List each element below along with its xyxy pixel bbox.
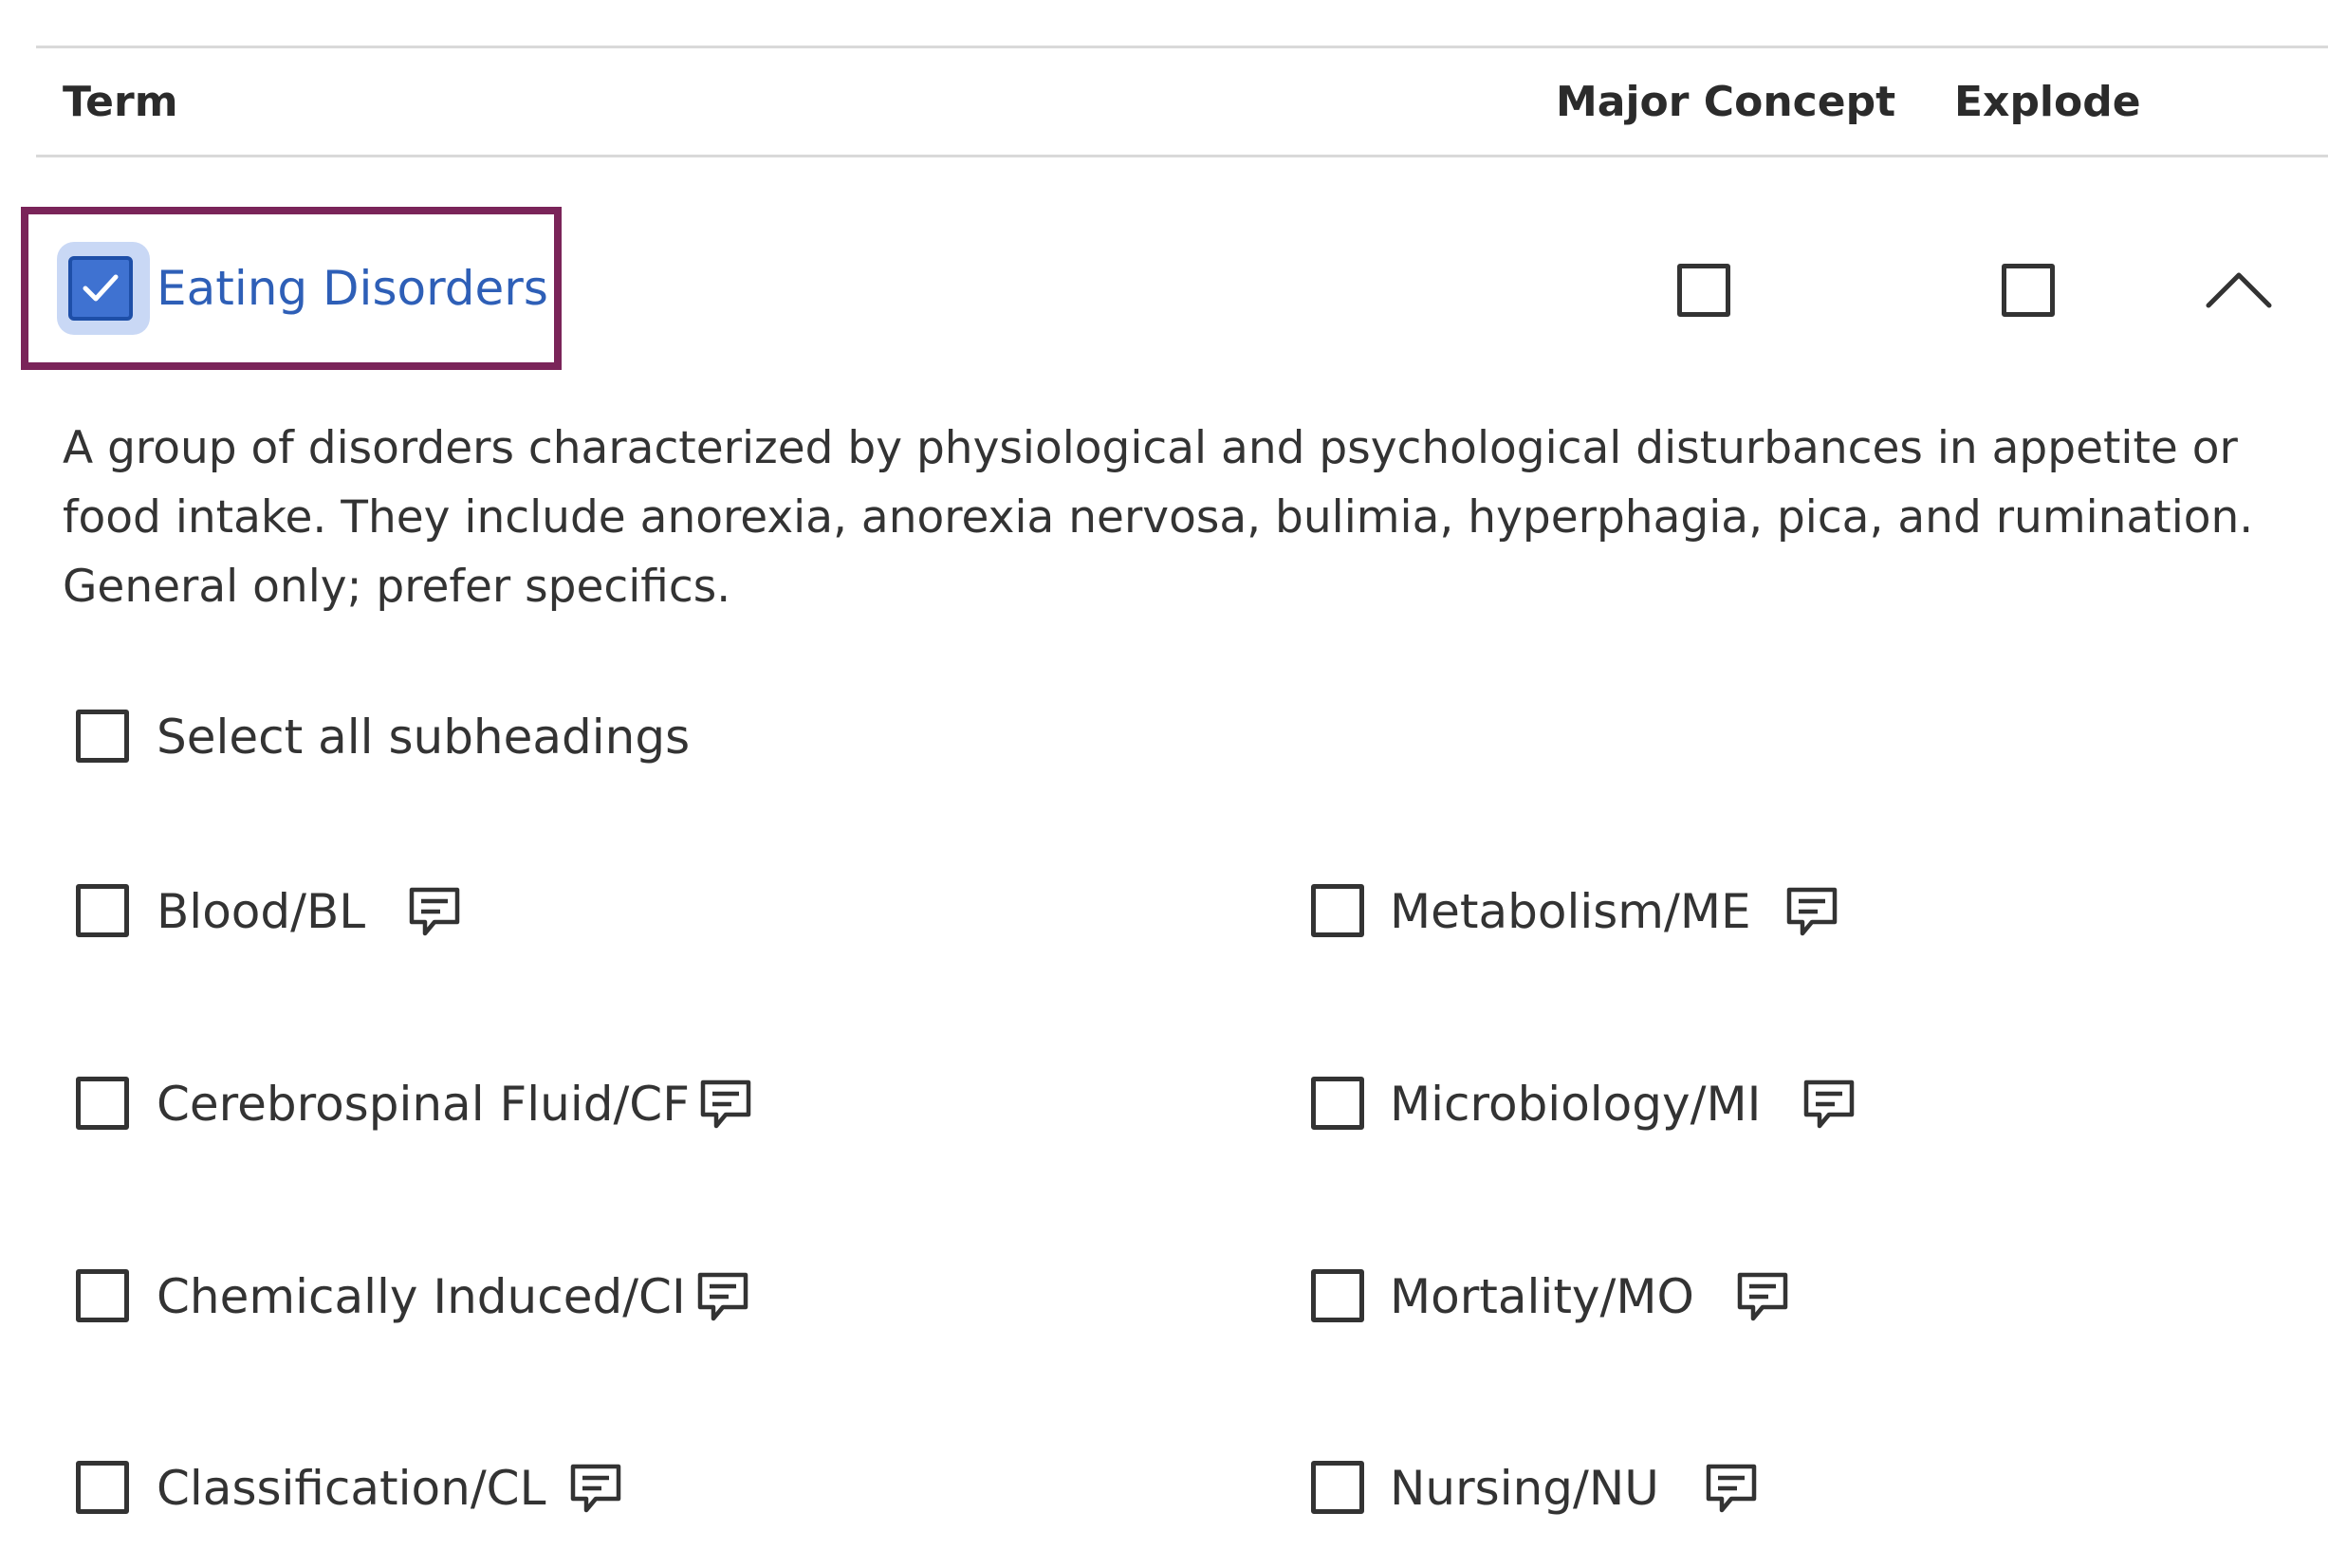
select-all-label[interactable]: Select all subheadings (157, 707, 690, 767)
subheading-checkbox-nursing[interactable] (1311, 1461, 1364, 1514)
major-concept-checkbox[interactable] (1677, 264, 1730, 317)
comment-icon[interactable] (1703, 1461, 1760, 1518)
comment-icon[interactable] (406, 884, 463, 941)
comment-icon[interactable] (697, 1077, 754, 1134)
header-bottom-divider (36, 155, 2328, 157)
subheading-checkbox-mortality[interactable] (1311, 1269, 1364, 1322)
column-header-major-concept: Major Concept (1556, 78, 1896, 126)
subheading-label-blood[interactable]: Blood/BL (157, 881, 365, 942)
comment-icon[interactable] (694, 1269, 751, 1326)
subheading-label-chemically-induced[interactable]: Chemically Induced/CI (157, 1266, 686, 1327)
subheading-checkbox-classification[interactable] (76, 1461, 129, 1514)
column-header-term: Term (63, 78, 178, 126)
term-link[interactable]: Eating Disorders (157, 258, 548, 319)
comment-icon[interactable] (1734, 1269, 1791, 1326)
header-top-divider (36, 46, 2328, 48)
subheading-label-mortality[interactable]: Mortality/MO (1390, 1266, 1694, 1327)
term-checkbox[interactable] (68, 256, 133, 321)
subheading-checkbox-microbiology[interactable] (1311, 1077, 1364, 1130)
term-description: A group of disorders characterized by ph… (63, 422, 2254, 613)
column-header-explode: Explode (1954, 78, 2141, 126)
check-icon (83, 274, 119, 302)
chevron-up-icon[interactable] (2201, 266, 2277, 313)
subheading-checkbox-metabolism[interactable] (1311, 884, 1364, 937)
subheading-checkbox-cerebrospinal-fluid[interactable] (76, 1077, 129, 1130)
subheading-label-microbiology[interactable]: Microbiology/MI (1390, 1074, 1761, 1134)
comment-icon[interactable] (567, 1461, 624, 1518)
comment-icon[interactable] (1801, 1077, 1857, 1134)
subheading-label-classification[interactable]: Classification/CL (157, 1458, 545, 1519)
subheading-checkbox-chemically-induced[interactable] (76, 1269, 129, 1322)
subheading-label-nursing[interactable]: Nursing/NU (1390, 1458, 1659, 1519)
explode-checkbox[interactable] (2002, 264, 2055, 317)
select-all-checkbox[interactable] (76, 710, 129, 763)
comment-icon[interactable] (1783, 884, 1840, 941)
subheading-label-metabolism[interactable]: Metabolism/ME (1390, 881, 1751, 942)
subheading-label-cerebrospinal-fluid[interactable]: Cerebrospinal Fluid/CF (157, 1074, 690, 1134)
subheading-checkbox-blood[interactable] (76, 884, 129, 937)
